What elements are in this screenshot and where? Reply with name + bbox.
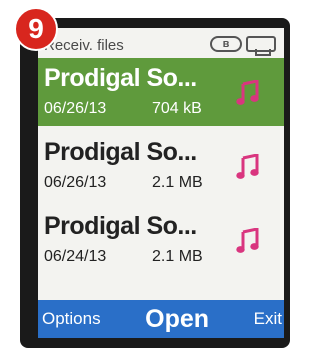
file-date: 06/26/13 [44, 174, 107, 191]
options-softkey[interactable]: Options [38, 309, 101, 329]
bluetooth-icon: ʙ [210, 36, 242, 52]
file-item[interactable]: Prodigal So... 06/24/13 2.1 MB [38, 206, 284, 274]
phone-screen: Receiv. files ʙ Prodigal So... 06/26/13 … [38, 28, 284, 338]
open-softkey[interactable]: Open [145, 305, 209, 334]
screen-title: Receiv. files [44, 37, 124, 54]
file-item[interactable]: Prodigal So... 06/26/13 2.1 MB [38, 132, 284, 200]
file-date: 06/24/13 [44, 248, 107, 265]
file-date: 06/26/13 [44, 100, 107, 117]
file-size: 704 kB [152, 100, 202, 117]
music-note-icon [236, 228, 259, 253]
softkey-bar: Options Open Exit [38, 300, 284, 338]
music-note-icon [236, 154, 259, 179]
music-note-icon [236, 80, 259, 105]
file-name: Prodigal So... [44, 138, 197, 166]
file-name: Prodigal So... [44, 64, 197, 92]
file-list: Prodigal So... 06/26/13 704 kB Prodigal … [38, 58, 284, 280]
file-size: 2.1 MB [152, 174, 203, 191]
status-bar: Receiv. files ʙ [38, 28, 284, 58]
step-number-badge: 9 [14, 7, 58, 51]
exit-softkey[interactable]: Exit [254, 309, 284, 329]
file-size: 2.1 MB [152, 248, 203, 265]
file-item[interactable]: Prodigal So... 06/26/13 704 kB [38, 58, 284, 126]
file-name: Prodigal So... [44, 212, 197, 240]
usb-icon [246, 36, 276, 56]
